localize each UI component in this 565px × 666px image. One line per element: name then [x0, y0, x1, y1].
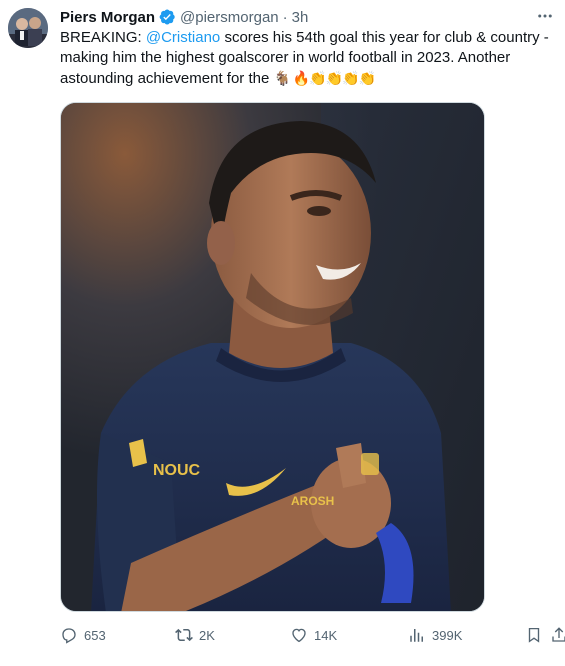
bookmark-icon — [528, 627, 540, 643]
views-count: 399K — [432, 627, 463, 643]
views-icon — [410, 629, 423, 642]
like-button[interactable]: 14K — [290, 624, 337, 646]
reply-icon — [62, 628, 76, 644]
tweet-emojis: 🐐 🔥👏👏👏👏 — [273, 70, 375, 86]
share-icon — [552, 627, 565, 642]
repost-button[interactable]: 2K — [175, 624, 215, 646]
reply-button[interactable]: 653 — [60, 624, 106, 646]
like-count: 14K — [314, 627, 338, 643]
kit-sponsor-text: AROSH — [291, 494, 334, 508]
action-bar: 653 2K 14K 399K — [60, 624, 565, 646]
tweet-text-part1: BREAKING: — [60, 29, 146, 46]
tweet[interactable]: Piers Morgan @piersmorgan · 3h BREAKING:… — [0, 0, 565, 666]
verified-badge-icon — [159, 9, 175, 25]
avatar[interactable] — [8, 8, 48, 48]
tweet-text: BREAKING: @Cristiano scores his 54th goa… — [60, 28, 550, 89]
share-button[interactable] — [550, 624, 565, 646]
bookmark-button[interactable] — [525, 624, 549, 646]
tweet-image[interactable]: NOUC AROSH — [60, 102, 485, 612]
avatar-image — [8, 8, 48, 48]
repost-icon — [175, 628, 193, 642]
repost-count: 2K — [199, 627, 215, 643]
views-button[interactable]: 399K — [408, 624, 462, 646]
reply-count: 653 — [84, 627, 106, 643]
more-button[interactable] — [533, 4, 557, 28]
author-name[interactable]: Piers Morgan — [60, 9, 155, 26]
heart-icon — [292, 628, 306, 643]
photo-player: NOUC AROSH — [61, 103, 484, 611]
tweet-header: Piers Morgan @piersmorgan · 3h — [60, 7, 525, 27]
separator-dot: · — [282, 8, 288, 26]
more-icon — [538, 14, 552, 18]
mention-link[interactable]: @Cristiano — [146, 29, 220, 46]
tweet-time[interactable]: 3h — [292, 9, 309, 26]
club-sponsor-text: NOUC — [153, 462, 201, 479]
author-handle[interactable]: @piersmorgan — [180, 9, 279, 26]
